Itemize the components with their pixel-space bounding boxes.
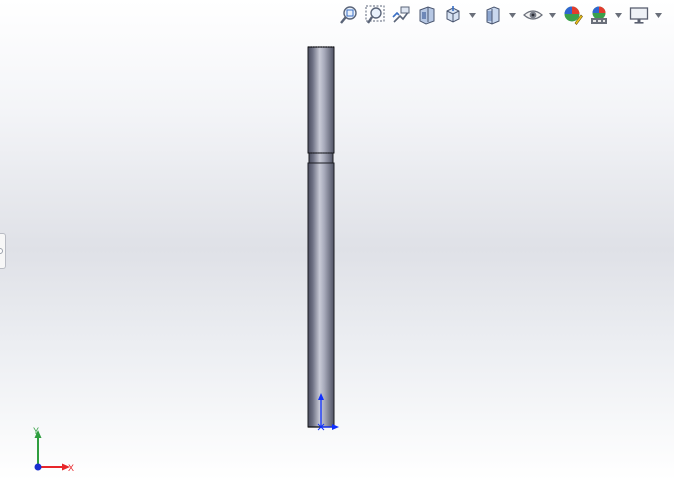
triad-y-label: Y [33,426,39,436]
triad-x-label: X [68,463,74,473]
part-model[interactable] [0,0,674,480]
triad-z-axis [34,463,42,471]
graphics-viewport[interactable]: Y X [0,0,674,480]
shaft-upper-body[interactable] [307,46,335,154]
reference-triad: Y X [33,426,74,473]
shaft-groove[interactable] [308,152,334,164]
shaft-lower-body[interactable] [307,162,335,428]
